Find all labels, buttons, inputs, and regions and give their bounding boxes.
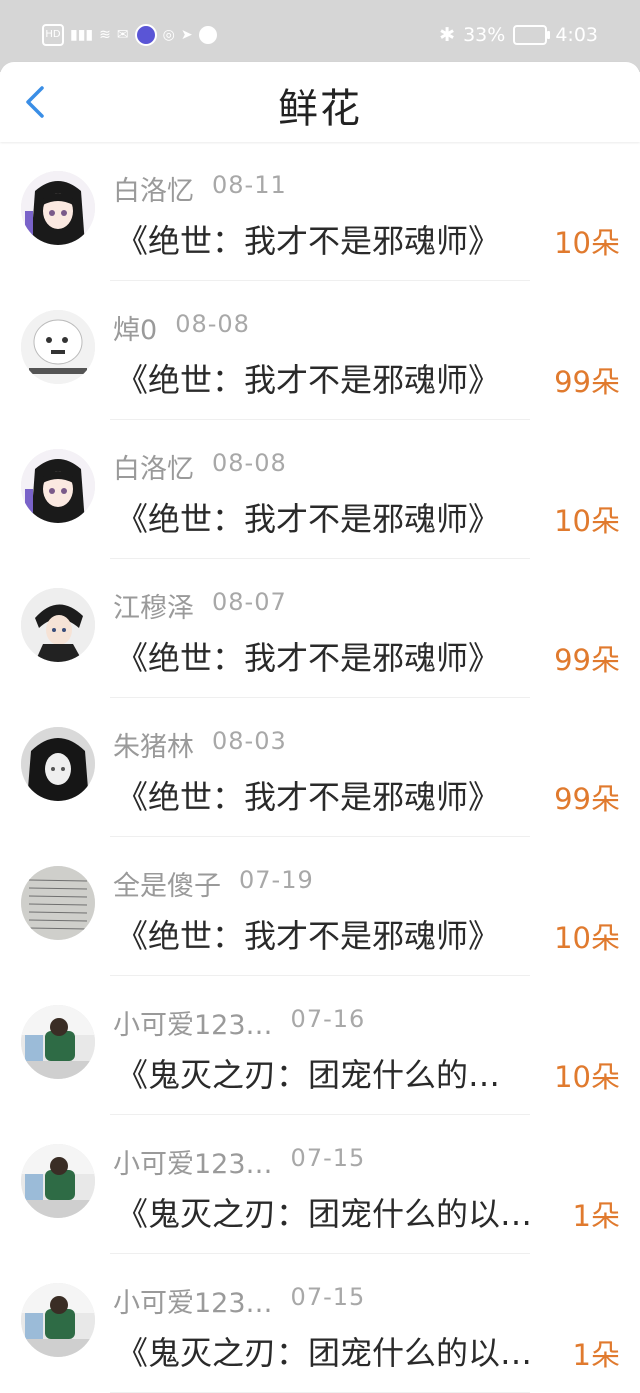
username[interactable]: 焯0: [113, 308, 157, 347]
flower-count: 10朵: [554, 921, 620, 955]
battery-percent: 33%: [463, 24, 506, 46]
book-title[interactable]: 《鬼灭之刃：团宠什么的…: [116, 1050, 500, 1096]
book-title[interactable]: 《绝世：我才不是邪魂师》: [116, 772, 500, 818]
page-title: 鲜花: [278, 86, 362, 132]
username[interactable]: 小可爱123…: [113, 1003, 273, 1042]
status-icons: HD ▮▮▮ ≋ ✉ ◎ ➤: [42, 24, 217, 46]
status-right: ✱ 33% 4:03: [439, 24, 598, 46]
bluetooth-icon: ✱: [439, 24, 456, 46]
flower-count: 99朵: [554, 643, 620, 677]
flower-count: 10朵: [554, 1060, 620, 1094]
date-label: 07-15: [290, 1283, 366, 1311]
book-title[interactable]: 《绝世：我才不是邪魂师》: [116, 355, 500, 401]
flower-list: 白洛忆 08-11 《绝世：我才不是邪魂师》 10朵 焯0 08-08 《绝世：我才不是邪魂…: [0, 142, 640, 1393]
username[interactable]: 小可爱123…: [113, 1281, 273, 1320]
username[interactable]: 全是傻子: [113, 864, 221, 903]
book-title[interactable]: 《鬼灭之刃：团宠什么的以…: [116, 1328, 532, 1374]
signal-4g-icon: ▮▮▮: [70, 27, 94, 43]
avatar[interactable]: [21, 171, 95, 245]
list-item[interactable]: 小可爱123… 07-15 《鬼灭之刃：团宠什么的以… 1朵: [0, 1254, 640, 1393]
list-item[interactable]: 小可爱123… 07-15 《鬼灭之刃：团宠什么的以… 1朵: [0, 1115, 640, 1254]
avatar[interactable]: [21, 1283, 95, 1357]
list-item[interactable]: 朱猪林 08-03 《绝世：我才不是邪魂师》 99朵: [0, 698, 640, 837]
chat-icon: [198, 26, 217, 44]
avatar[interactable]: [21, 449, 95, 523]
username[interactable]: 江穆泽: [113, 586, 194, 625]
date-label: 07-15: [290, 1144, 366, 1172]
list-item[interactable]: 白洛忆 08-11 《绝世：我才不是邪魂师》 10朵: [0, 142, 640, 281]
avatar[interactable]: [21, 588, 95, 662]
book-title[interactable]: 《绝世：我才不是邪魂师》: [116, 633, 500, 679]
date-label: 08-08: [175, 310, 250, 338]
book-title[interactable]: 《绝世：我才不是邪魂师》: [116, 216, 500, 262]
list-item[interactable]: 小可爱123… 07-16 《鬼灭之刃：团宠什么的… 10朵: [0, 976, 640, 1115]
avatar[interactable]: [21, 1144, 95, 1218]
list-item[interactable]: 白洛忆 08-08 《绝世：我才不是邪魂师》 10朵: [0, 420, 640, 559]
book-title[interactable]: 《绝世：我才不是邪魂师》: [116, 911, 500, 957]
username[interactable]: 朱猪林: [113, 725, 194, 764]
clock: 4:03: [555, 24, 598, 46]
flower-count: 1朵: [572, 1199, 620, 1233]
avatar[interactable]: [21, 1005, 95, 1079]
hd-icon: HD: [42, 24, 64, 46]
username[interactable]: 白洛忆: [113, 447, 194, 486]
username[interactable]: 小可爱123…: [113, 1142, 273, 1181]
list-item[interactable]: 江穆泽 08-07 《绝世：我才不是邪魂师》 99朵: [0, 559, 640, 698]
date-label: 08-11: [212, 171, 287, 199]
book-title[interactable]: 《绝世：我才不是邪魂师》: [116, 494, 500, 540]
flower-count: 10朵: [554, 226, 620, 260]
date-label: 08-03: [212, 727, 287, 755]
date-label: 08-07: [212, 588, 287, 616]
avatar[interactable]: [21, 866, 95, 940]
date-label: 07-16: [290, 1005, 366, 1033]
date-label: 07-19: [239, 866, 314, 894]
music-icon: [134, 24, 157, 46]
camera-icon: ◎: [162, 27, 175, 43]
flower-count: 1朵: [572, 1338, 620, 1372]
list-item[interactable]: 全是傻子 07-19 《绝世：我才不是邪魂师》 10朵: [0, 837, 640, 976]
send-icon: ➤: [180, 27, 193, 43]
avatar[interactable]: [21, 727, 95, 801]
date-label: 08-08: [212, 449, 287, 477]
flower-count: 99朵: [554, 782, 620, 816]
page-header: 鲜花: [0, 62, 640, 142]
message-icon: ✉: [116, 27, 129, 43]
flower-count: 10朵: [554, 504, 620, 538]
battery-icon: [513, 25, 551, 45]
book-title[interactable]: 《鬼灭之刃：团宠什么的以…: [116, 1189, 532, 1235]
list-item[interactable]: 焯0 08-08 《绝世：我才不是邪魂师》 99朵: [0, 281, 640, 420]
avatar[interactable]: [21, 310, 95, 384]
wifi-icon: ≋: [99, 27, 111, 43]
flower-count: 99朵: [554, 365, 620, 399]
username[interactable]: 白洛忆: [113, 169, 194, 208]
